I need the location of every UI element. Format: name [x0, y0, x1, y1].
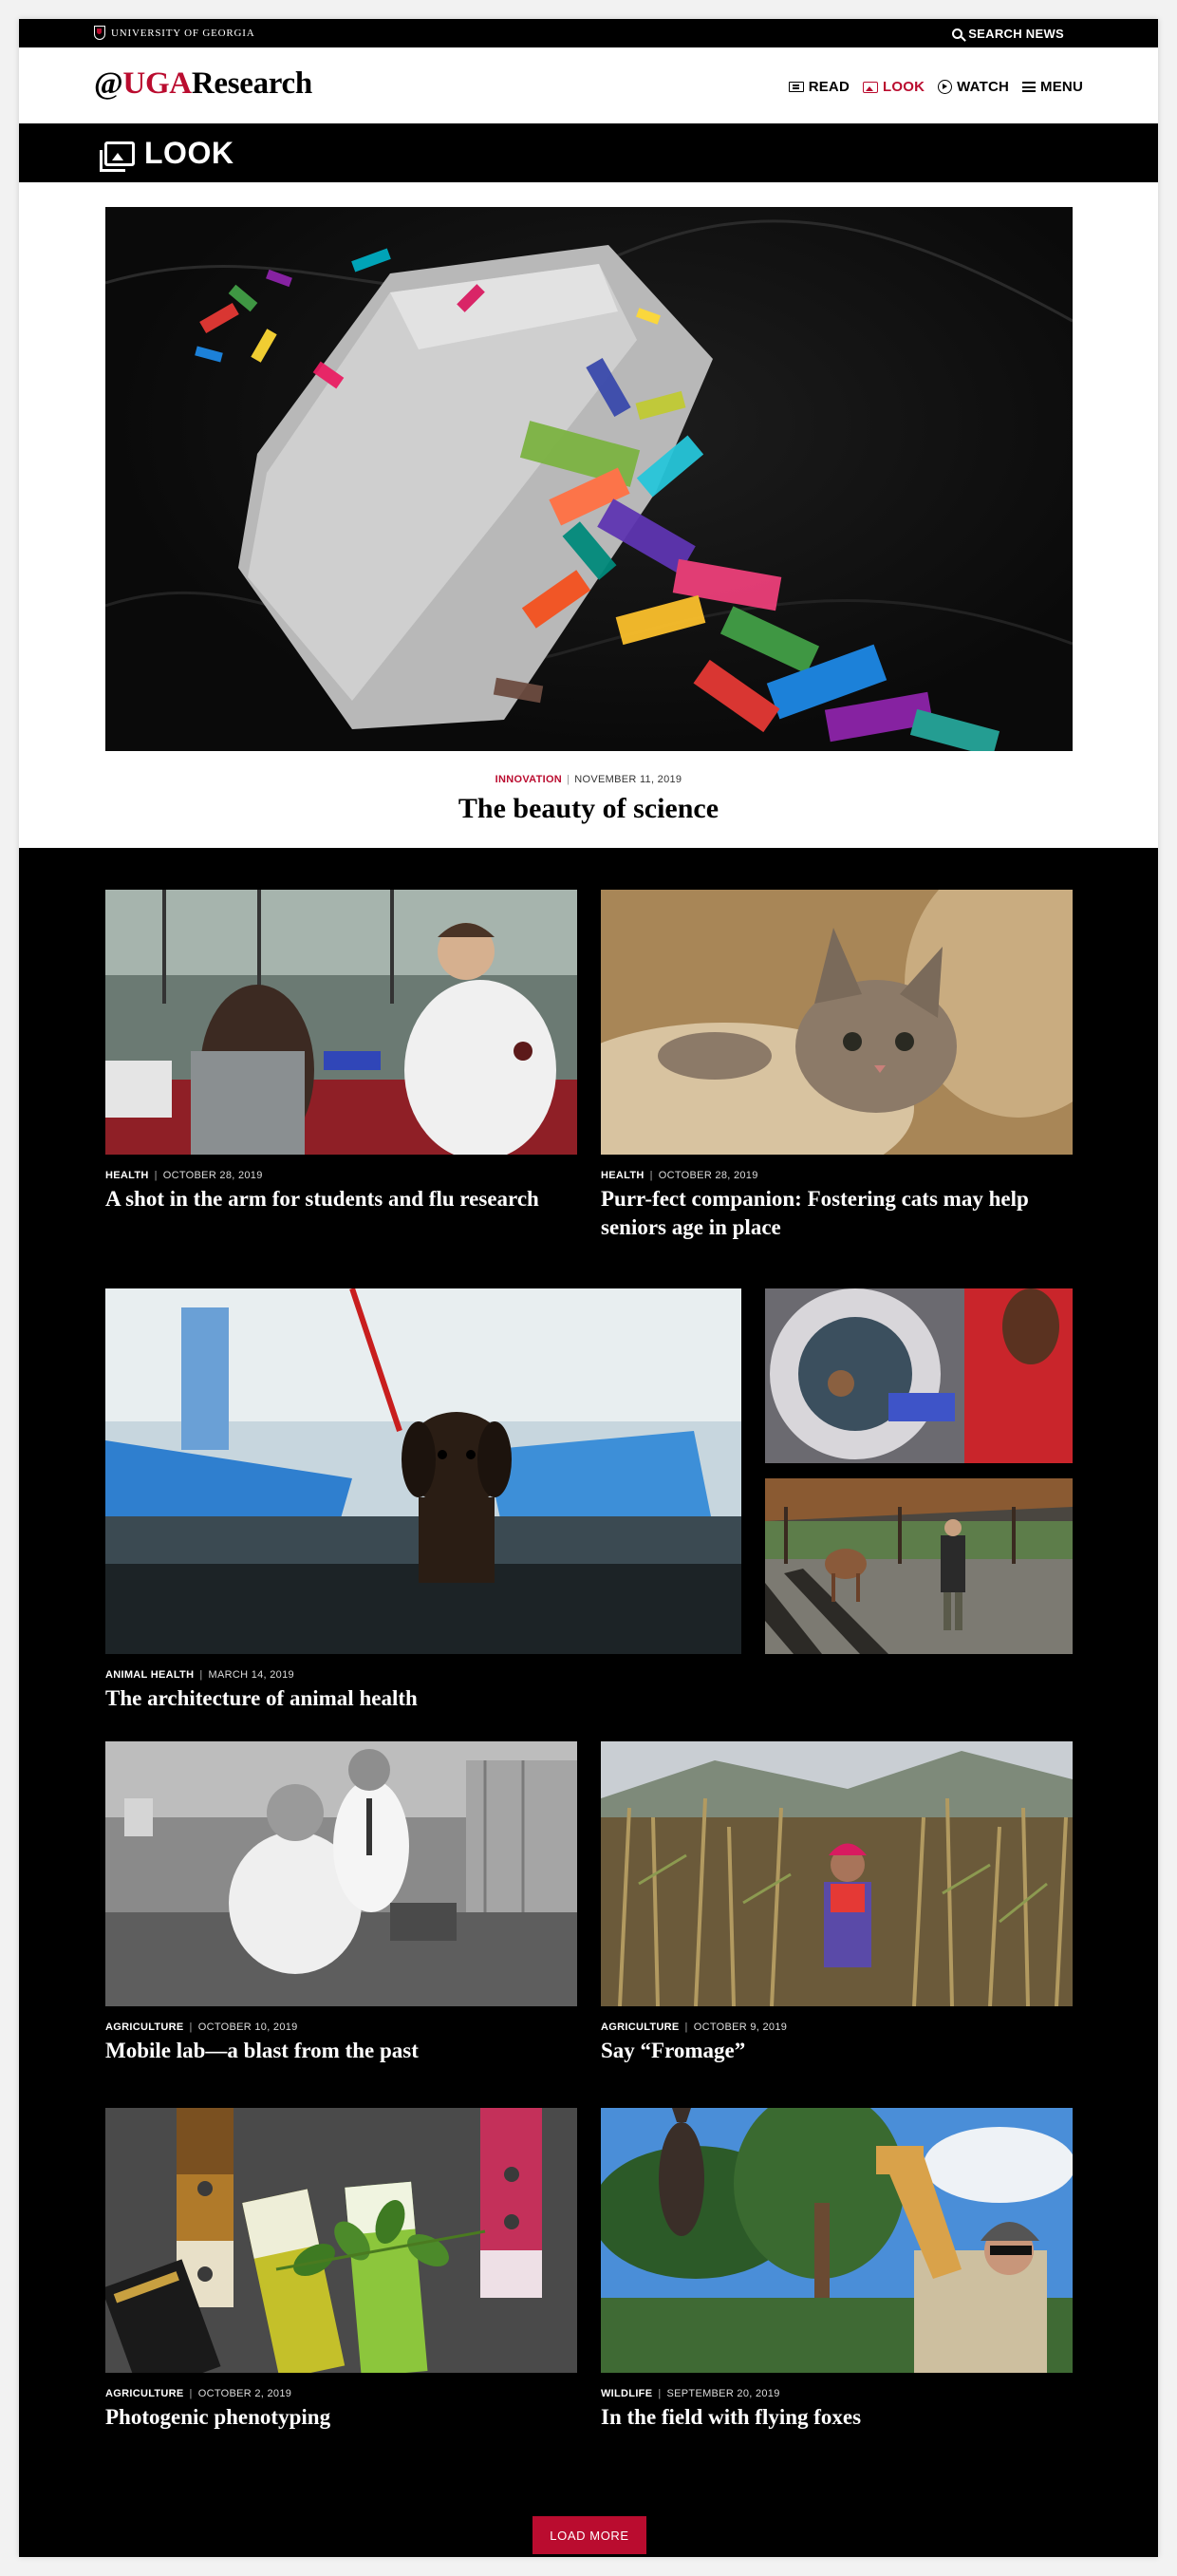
image-stack-icon	[100, 141, 135, 172]
card-title[interactable]: In the field with flying foxes	[601, 2403, 1056, 2432]
card-meta: WILDLIFE | SEPTEMBER 20, 2019	[601, 2388, 780, 2399]
search-news-label: Search News	[968, 27, 1064, 41]
card-date: OCTOBER 9, 2019	[693, 2021, 788, 2033]
hero-image[interactable]	[105, 207, 1073, 751]
uga-link[interactable]: University of Georgia	[94, 26, 254, 40]
page-frame: University of Georgia Search News @UGARe…	[19, 19, 1158, 2557]
meta-separator: |	[189, 2388, 193, 2399]
logo-research: Research	[191, 66, 312, 101]
card-date: OCTOBER 28, 2019	[658, 1170, 758, 1181]
hamburger-icon	[1022, 82, 1037, 92]
image-icon	[863, 81, 878, 93]
nav-look-label: LOOK	[883, 79, 925, 95]
meta-separator: |	[199, 1669, 203, 1681]
card-category[interactable]: ANIMAL HEALTH	[105, 1669, 194, 1681]
nav-watch-label: WATCH	[957, 79, 1010, 95]
card-category[interactable]: AGRICULTURE	[105, 2388, 184, 2399]
search-icon	[952, 28, 963, 39]
nav-read-label: READ	[808, 79, 850, 95]
card-title[interactable]: Purr-fect companion: Fostering cats may …	[601, 1185, 1056, 1242]
card-meta: AGRICULTURE | OCTOBER 2, 2019	[105, 2388, 291, 2399]
site-header: @UGAResearch READ LOOK WATCH MENU	[19, 47, 1158, 123]
nav-read[interactable]: READ	[788, 79, 850, 95]
search-news-button[interactable]: Search News	[952, 27, 1064, 41]
hero-date: NOVEMBER 11, 2019	[574, 774, 682, 785]
meta-separator: |	[154, 1170, 158, 1181]
card-title[interactable]: The architecture of animal health	[105, 1684, 741, 1713]
card-title[interactable]: Mobile lab—a blast from the past	[105, 2037, 561, 2065]
card-category[interactable]: AGRICULTURE	[105, 2021, 184, 2033]
card-category[interactable]: WILDLIFE	[601, 2388, 652, 2399]
section-banner: LOOK	[19, 123, 1158, 182]
nav-menu-label: MENU	[1040, 79, 1083, 95]
card-category[interactable]: HEALTH	[105, 1170, 149, 1181]
meta-separator: |	[189, 2021, 193, 2033]
nav-menu[interactable]: MENU	[1022, 79, 1083, 95]
card-date: OCTOBER 2, 2019	[197, 2388, 292, 2399]
card-date: OCTOBER 28, 2019	[162, 1170, 263, 1181]
card-image-flying-foxes[interactable]	[601, 2108, 1073, 2373]
site-logo[interactable]: @UGAResearch	[94, 66, 312, 102]
card-image-flu-shot[interactable]	[105, 890, 577, 1155]
card-image-kitten[interactable]	[601, 890, 1073, 1155]
section-title: LOOK	[100, 136, 234, 172]
nav-look[interactable]: LOOK	[863, 79, 925, 95]
card-title[interactable]: A shot in the arm for students and flu r…	[105, 1185, 542, 1213]
card-image-color-swatches[interactable]	[105, 2108, 577, 2373]
card-meta: HEALTH | OCTOBER 28, 2019	[105, 1170, 263, 1181]
card-date: OCTOBER 10, 2019	[197, 2021, 298, 2033]
newspaper-icon	[788, 82, 804, 92]
main-nav: READ LOOK WATCH MENU	[788, 79, 1083, 95]
story-grid: HEALTH | OCTOBER 28, 2019 A shot in the ar…	[19, 848, 1158, 2557]
card-image-mri-scan[interactable]	[765, 1288, 1073, 1463]
meta-separator: |	[658, 2388, 662, 2399]
card-image-corn-field[interactable]	[601, 1741, 1073, 2006]
university-name: University of Georgia	[111, 27, 255, 39]
card-meta: HEALTH | OCTOBER 28, 2019	[601, 1170, 758, 1181]
card-title[interactable]: Photogenic phenotyping	[105, 2403, 561, 2432]
card-title[interactable]: Say “Fromage”	[601, 2037, 1056, 2065]
card-meta: AGRICULTURE | OCTOBER 10, 2019	[105, 2021, 298, 2033]
meta-separator: |	[684, 2021, 688, 2033]
hero-meta: INNOVATION | NOVEMBER 11, 2019	[19, 774, 1158, 785]
card-meta: ANIMAL HEALTH | MARCH 14, 2019	[105, 1669, 294, 1681]
utility-bar: University of Georgia Search News	[19, 19, 1158, 47]
hero-title[interactable]: The beauty of science	[19, 793, 1158, 825]
logo-uga: UGA	[122, 66, 192, 101]
meta-separator: |	[649, 1170, 653, 1181]
card-date: SEPTEMBER 20, 2019	[666, 2388, 780, 2399]
card-image-mobile-lab[interactable]	[105, 1741, 577, 2006]
card-date: MARCH 14, 2019	[208, 1669, 294, 1681]
hero-category[interactable]: INNOVATION	[495, 774, 562, 785]
play-icon	[938, 80, 953, 94]
card-meta: AGRICULTURE | OCTOBER 9, 2019	[601, 2021, 787, 2033]
card-category[interactable]: AGRICULTURE	[601, 2021, 680, 2033]
card-category[interactable]: HEALTH	[601, 1170, 645, 1181]
nav-watch[interactable]: WATCH	[938, 79, 1009, 95]
load-more-button[interactable]: LOAD MORE	[532, 2516, 646, 2554]
logo-at: @	[94, 66, 123, 101]
uga-shield-icon	[94, 26, 105, 40]
meta-separator: |	[567, 774, 570, 785]
section-title-text: LOOK	[144, 136, 234, 170]
card-image-dog-treadmill[interactable]	[105, 1288, 741, 1654]
card-image-horse-arena[interactable]	[765, 1478, 1073, 1654]
